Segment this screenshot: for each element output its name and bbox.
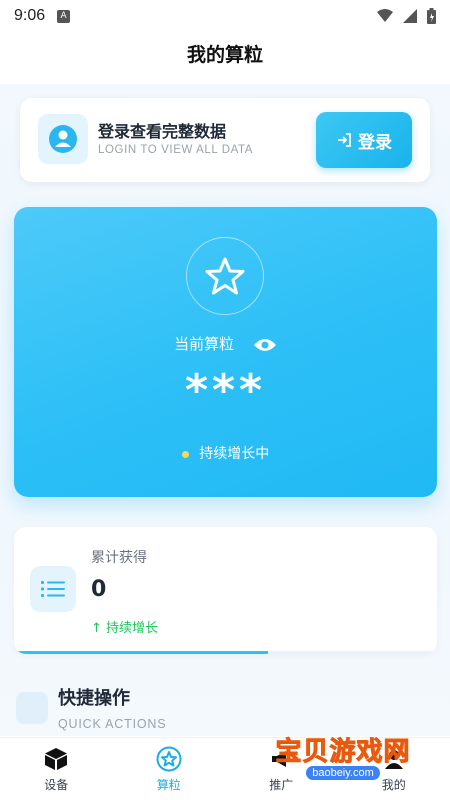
- status-time: 9:06: [14, 7, 46, 24]
- login-arrow-icon: [338, 133, 351, 147]
- battery-icon: [427, 8, 436, 24]
- watermark-url: baobeiy.com: [306, 766, 380, 780]
- star-ring: [186, 237, 264, 315]
- power-card: 当前算粒 *** 持续增长中: [14, 207, 437, 497]
- tab-power-label: 算粒: [156, 778, 181, 792]
- power-status-text: 持续增长中: [199, 446, 270, 462]
- power-label-row: 当前算粒: [14, 333, 437, 354]
- login-button-label: 登录: [358, 132, 392, 153]
- progress-bar: [14, 651, 437, 654]
- login-title: 登录查看完整数据: [98, 122, 227, 141]
- tab-devices[interactable]: 设备: [0, 738, 113, 800]
- list-icon-box: [30, 566, 76, 612]
- watermark-logo: 宝贝游戏网 baobeiy.com: [258, 705, 428, 785]
- stats-value: 0: [91, 577, 107, 602]
- star-circle-icon: [156, 746, 182, 772]
- notification-badge-icon: A: [57, 9, 71, 23]
- status-dot: [181, 450, 189, 458]
- list-icon: [41, 581, 65, 597]
- quick-actions-title: 快捷操作: [58, 688, 130, 709]
- status-bar: 9:06 A: [0, 0, 450, 32]
- quick-actions-subtitle: QUICK ACTIONS: [58, 717, 167, 731]
- power-label: 当前算粒: [174, 335, 235, 353]
- eye-icon[interactable]: [253, 337, 277, 353]
- wifi-icon: [377, 9, 393, 22]
- power-value: ***: [184, 365, 267, 416]
- star-icon: [205, 257, 245, 295]
- power-status: 持续增长中: [14, 443, 437, 463]
- login-card: 登录查看完整数据 LOGIN TO VIEW ALL DATA 登录: [20, 98, 430, 182]
- stats-card: 累计获得 0 ↑ 持续增长: [14, 527, 437, 654]
- user-avatar-icon: [49, 125, 77, 153]
- status-icons: [377, 8, 436, 24]
- signal-icon: [403, 9, 417, 23]
- cube-icon: [45, 748, 68, 770]
- login-button[interactable]: 登录: [316, 112, 412, 168]
- stats-trend: ↑ 持续增长: [91, 621, 159, 636]
- watermark-text: 宝贝游戏网: [275, 737, 411, 768]
- page-title: 我的算粒: [186, 44, 263, 66]
- quick-actions-icon: [16, 692, 48, 724]
- tab-devices-label: 设备: [44, 778, 69, 792]
- login-subtitle: LOGIN TO VIEW ALL DATA: [98, 144, 254, 156]
- tab-power[interactable]: 算粒: [113, 738, 226, 800]
- progress-fill: [14, 651, 268, 654]
- stats-label: 累计获得: [91, 550, 147, 566]
- avatar: [38, 114, 88, 164]
